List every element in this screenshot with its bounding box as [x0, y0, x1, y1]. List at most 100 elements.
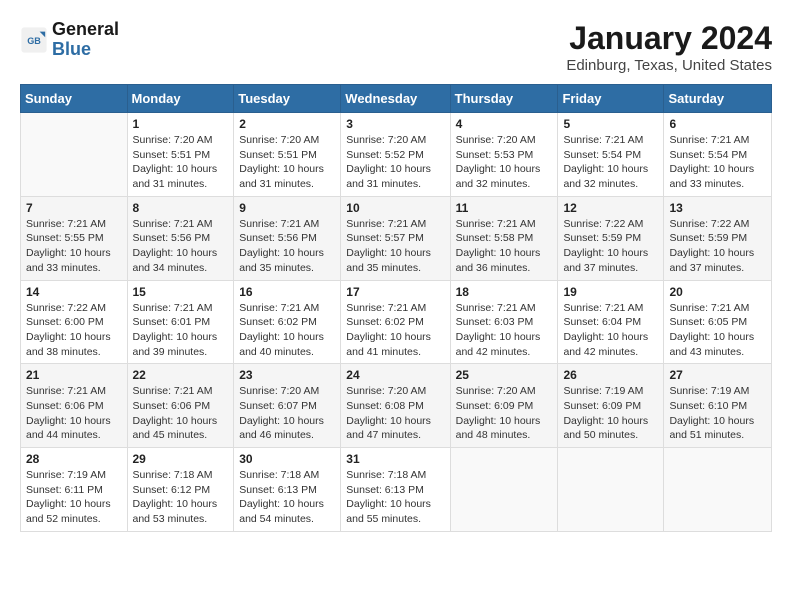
day-number: 18 [456, 285, 553, 299]
calendar-cell: 10 Sunrise: 7:21 AM Sunset: 5:57 PM Dayli… [341, 196, 450, 280]
calendar-cell: 20 Sunrise: 7:21 AM Sunset: 6:05 PM Dayli… [664, 280, 772, 364]
calendar-cell: 1Sunrise: 7:20 AM Sunset: 5:51 PM Daylig… [127, 113, 234, 197]
logo-line1: General [52, 20, 119, 40]
day-number: 10 [346, 201, 444, 215]
calendar-week-1: 1Sunrise: 7:20 AM Sunset: 5:51 PM Daylig… [21, 113, 772, 197]
day-number: 7 [26, 201, 122, 215]
day-number: 11 [456, 201, 553, 215]
day-info: Sunrise: 7:21 AM Sunset: 5:58 PM Dayligh… [456, 217, 553, 276]
calendar-cell: 19Sunrise: 7:21 AM Sunset: 6:04 PM Dayli… [558, 280, 664, 364]
calendar-cell: 22Sunrise: 7:21 AM Sunset: 6:06 PM Dayli… [127, 364, 234, 448]
day-info: Sunrise: 7:22 AM Sunset: 5:59 PM Dayligh… [669, 217, 766, 276]
calendar-cell: 15 Sunrise: 7:21 AM Sunset: 6:01 PM Dayli… [127, 280, 234, 364]
day-info: Sunrise: 7:18 AM Sunset: 6:12 PM Dayligh… [133, 468, 229, 527]
calendar-cell: 7 Sunrise: 7:21 AM Sunset: 5:55 PM Daylig… [21, 196, 128, 280]
day-info: Sunrise: 7:21 AM Sunset: 6:06 PM Dayligh… [133, 384, 229, 443]
calendar-cell: 24Sunrise: 7:20 AM Sunset: 6:08 PM Dayli… [341, 364, 450, 448]
svg-text:GB: GB [27, 36, 41, 46]
calendar-table: SundayMondayTuesdayWednesdayThursdayFrid… [20, 84, 772, 532]
calendar-cell: 5Sunrise: 7:21 AM Sunset: 5:54 PM Daylig… [558, 113, 664, 197]
calendar-cell [664, 448, 772, 532]
day-info: Sunrise: 7:21 AM Sunset: 5:57 PM Dayligh… [346, 217, 444, 276]
day-number: 23 [239, 368, 335, 382]
header: GB General Blue January 2024 Edinburg, T… [20, 20, 772, 74]
calendar-cell: 16Sunrise: 7:21 AM Sunset: 6:02 PM Dayli… [234, 280, 341, 364]
day-info: Sunrise: 7:18 AM Sunset: 6:13 PM Dayligh… [239, 468, 335, 527]
day-info: Sunrise: 7:20 AM Sunset: 5:53 PM Dayligh… [456, 133, 553, 192]
calendar-header: SundayMondayTuesdayWednesdayThursdayFrid… [21, 85, 772, 113]
calendar-subtitle: Edinburg, Texas, United States [566, 57, 772, 74]
calendar-cell: 2 Sunrise: 7:20 AM Sunset: 5:51 PM Daylig… [234, 113, 341, 197]
day-number: 17 [346, 285, 444, 299]
day-info: Sunrise: 7:20 AM Sunset: 5:52 PM Dayligh… [346, 133, 444, 192]
day-info: Sunrise: 7:21 AM Sunset: 5:56 PM Dayligh… [239, 217, 335, 276]
weekday-header-row: SundayMondayTuesdayWednesdayThursdayFrid… [21, 85, 772, 113]
day-number: 30 [239, 452, 335, 466]
day-info: Sunrise: 7:20 AM Sunset: 5:51 PM Dayligh… [133, 133, 229, 192]
calendar-cell [21, 113, 128, 197]
weekday-header-thursday: Thursday [450, 85, 558, 113]
day-number: 29 [133, 452, 229, 466]
day-info: Sunrise: 7:21 AM Sunset: 6:03 PM Dayligh… [456, 301, 553, 360]
calendar-cell: 25 Sunrise: 7:20 AM Sunset: 6:09 PM Dayli… [450, 364, 558, 448]
day-number: 2 [239, 117, 335, 131]
logo-line2: Blue [52, 40, 119, 60]
day-number: 21 [26, 368, 122, 382]
calendar-cell: 18 Sunrise: 7:21 AM Sunset: 6:03 PM Dayli… [450, 280, 558, 364]
title-area: January 2024 Edinburg, Texas, United Sta… [566, 20, 772, 74]
day-number: 5 [563, 117, 658, 131]
day-number: 28 [26, 452, 122, 466]
calendar-cell [450, 448, 558, 532]
logo-icon: GB [20, 26, 48, 54]
logo: GB General Blue [20, 20, 119, 60]
day-info: Sunrise: 7:21 AM Sunset: 6:01 PM Dayligh… [133, 301, 229, 360]
calendar-cell: 17Sunrise: 7:21 AM Sunset: 6:02 PM Dayli… [341, 280, 450, 364]
calendar-cell: 28Sunrise: 7:19 AM Sunset: 6:11 PM Dayli… [21, 448, 128, 532]
calendar-cell: 26Sunrise: 7:19 AM Sunset: 6:09 PM Dayli… [558, 364, 664, 448]
weekday-header-tuesday: Tuesday [234, 85, 341, 113]
day-number: 6 [669, 117, 766, 131]
calendar-cell: 4 Sunrise: 7:20 AM Sunset: 5:53 PM Daylig… [450, 113, 558, 197]
day-info: Sunrise: 7:21 AM Sunset: 6:02 PM Dayligh… [239, 301, 335, 360]
day-info: Sunrise: 7:18 AM Sunset: 6:13 PM Dayligh… [346, 468, 444, 527]
day-number: 27 [669, 368, 766, 382]
calendar-body: 1Sunrise: 7:20 AM Sunset: 5:51 PM Daylig… [21, 113, 772, 532]
calendar-cell: 6Sunrise: 7:21 AM Sunset: 5:54 PM Daylig… [664, 113, 772, 197]
calendar-cell: 31Sunrise: 7:18 AM Sunset: 6:13 PM Dayli… [341, 448, 450, 532]
day-info: Sunrise: 7:21 AM Sunset: 6:05 PM Dayligh… [669, 301, 766, 360]
day-number: 9 [239, 201, 335, 215]
calendar-cell: 8 Sunrise: 7:21 AM Sunset: 5:56 PM Daylig… [127, 196, 234, 280]
calendar-title: January 2024 [566, 20, 772, 57]
day-info: Sunrise: 7:22 AM Sunset: 5:59 PM Dayligh… [563, 217, 658, 276]
calendar-cell: 3Sunrise: 7:20 AM Sunset: 5:52 PM Daylig… [341, 113, 450, 197]
day-number: 26 [563, 368, 658, 382]
day-number: 15 [133, 285, 229, 299]
calendar-cell: 29 Sunrise: 7:18 AM Sunset: 6:12 PM Dayli… [127, 448, 234, 532]
calendar-cell: 13 Sunrise: 7:22 AM Sunset: 5:59 PM Dayli… [664, 196, 772, 280]
day-number: 8 [133, 201, 229, 215]
calendar-cell: 9 Sunrise: 7:21 AM Sunset: 5:56 PM Daylig… [234, 196, 341, 280]
day-info: Sunrise: 7:20 AM Sunset: 5:51 PM Dayligh… [239, 133, 335, 192]
day-number: 19 [563, 285, 658, 299]
day-number: 14 [26, 285, 122, 299]
day-number: 20 [669, 285, 766, 299]
day-info: Sunrise: 7:20 AM Sunset: 6:08 PM Dayligh… [346, 384, 444, 443]
calendar-cell: 21Sunrise: 7:21 AM Sunset: 6:06 PM Dayli… [21, 364, 128, 448]
calendar-cell: 12Sunrise: 7:22 AM Sunset: 5:59 PM Dayli… [558, 196, 664, 280]
day-info: Sunrise: 7:21 AM Sunset: 5:55 PM Dayligh… [26, 217, 122, 276]
day-info: Sunrise: 7:21 AM Sunset: 5:56 PM Dayligh… [133, 217, 229, 276]
calendar-cell [558, 448, 664, 532]
day-info: Sunrise: 7:19 AM Sunset: 6:10 PM Dayligh… [669, 384, 766, 443]
calendar-week-5: 28Sunrise: 7:19 AM Sunset: 6:11 PM Dayli… [21, 448, 772, 532]
calendar-cell: 14Sunrise: 7:22 AM Sunset: 6:00 PM Dayli… [21, 280, 128, 364]
weekday-header-wednesday: Wednesday [341, 85, 450, 113]
calendar-week-2: 7 Sunrise: 7:21 AM Sunset: 5:55 PM Daylig… [21, 196, 772, 280]
day-number: 4 [456, 117, 553, 131]
logo-text: General Blue [52, 20, 119, 60]
day-number: 13 [669, 201, 766, 215]
weekday-header-friday: Friday [558, 85, 664, 113]
weekday-header-sunday: Sunday [21, 85, 128, 113]
day-info: Sunrise: 7:20 AM Sunset: 6:09 PM Dayligh… [456, 384, 553, 443]
day-number: 25 [456, 368, 553, 382]
calendar-week-3: 14Sunrise: 7:22 AM Sunset: 6:00 PM Dayli… [21, 280, 772, 364]
